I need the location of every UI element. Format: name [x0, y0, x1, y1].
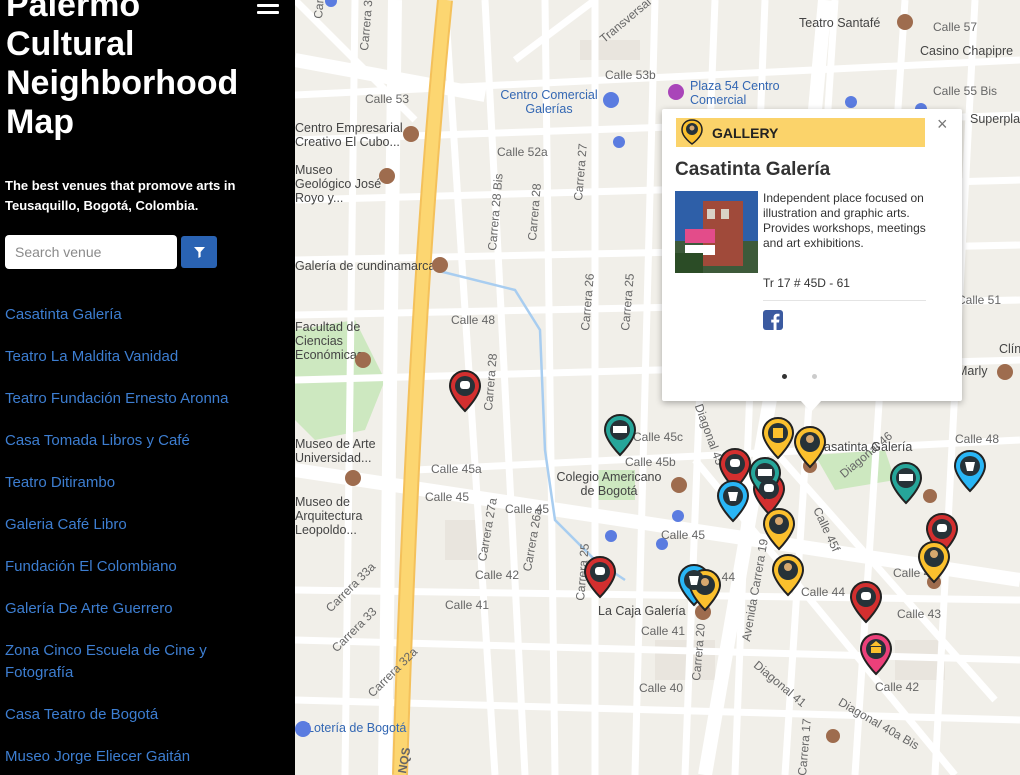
- venue-list-item[interactable]: Galería De Arte Guerrero: [5, 598, 245, 620]
- mona-lisa-icon: [681, 119, 703, 145]
- category-label: GALLERY: [712, 125, 779, 141]
- venue-list: Casatinta Galería Teatro La Maldita Vani…: [5, 304, 245, 775]
- venue-photo[interactable]: [675, 191, 758, 273]
- carousel-dot[interactable]: [812, 374, 817, 379]
- venue-list-item[interactable]: Fundación El Colombiano: [5, 556, 245, 578]
- facebook-icon[interactable]: [763, 310, 783, 330]
- app: Palermo Cultural Neighborhood Map The be…: [0, 0, 1020, 775]
- venue-address: Tr 17 # 45D - 61: [763, 276, 850, 290]
- venue-list-item[interactable]: Teatro Ditirambo: [5, 472, 245, 494]
- map[interactable]: Carrera 36 Carrera 35 Calle 53 Calle 53b…: [295, 0, 1020, 775]
- close-icon[interactable]: ×: [937, 115, 948, 133]
- category-header: GALLERY: [676, 118, 925, 147]
- venue-list-item[interactable]: Museo Jorge Eliecer Gaitán: [5, 746, 245, 768]
- venue-list-item[interactable]: Casa Teatro de Bogotá: [5, 704, 245, 726]
- carousel-dot-active[interactable]: [782, 374, 787, 379]
- venue-list-item[interactable]: Teatro Fundación Ernesto Aronna: [5, 388, 245, 410]
- venue-list-item[interactable]: Casa Tomada Libros y Café: [5, 430, 245, 452]
- app-title: Palermo Cultural Neighborhood Map: [6, 0, 239, 141]
- venue-list-item[interactable]: Zona Cinco Escuela de Cine y Fotografía: [5, 640, 245, 684]
- divider: [763, 300, 926, 301]
- venue-list-item[interactable]: Teatro La Maldita Vanidad: [5, 346, 245, 368]
- filter-button[interactable]: [181, 236, 217, 268]
- hamburger-icon[interactable]: [257, 0, 279, 14]
- venue-infowindow: × GALLERY Casatinta Galería Independent …: [662, 109, 962, 412]
- venue-description: Independent place focused on illustratio…: [763, 191, 926, 250]
- sidebar: Palermo Cultural Neighborhood Map The be…: [0, 0, 295, 775]
- search-input[interactable]: [5, 235, 177, 269]
- venue-list-item[interactable]: Casatinta Galería: [5, 304, 245, 326]
- filter-icon: [193, 246, 205, 258]
- venue-title: Casatinta Galería: [675, 159, 831, 180]
- app-subtitle: The best venues that promove arts in Teu…: [5, 178, 236, 213]
- venue-list-item[interactable]: Galeria Café Libro: [5, 514, 245, 536]
